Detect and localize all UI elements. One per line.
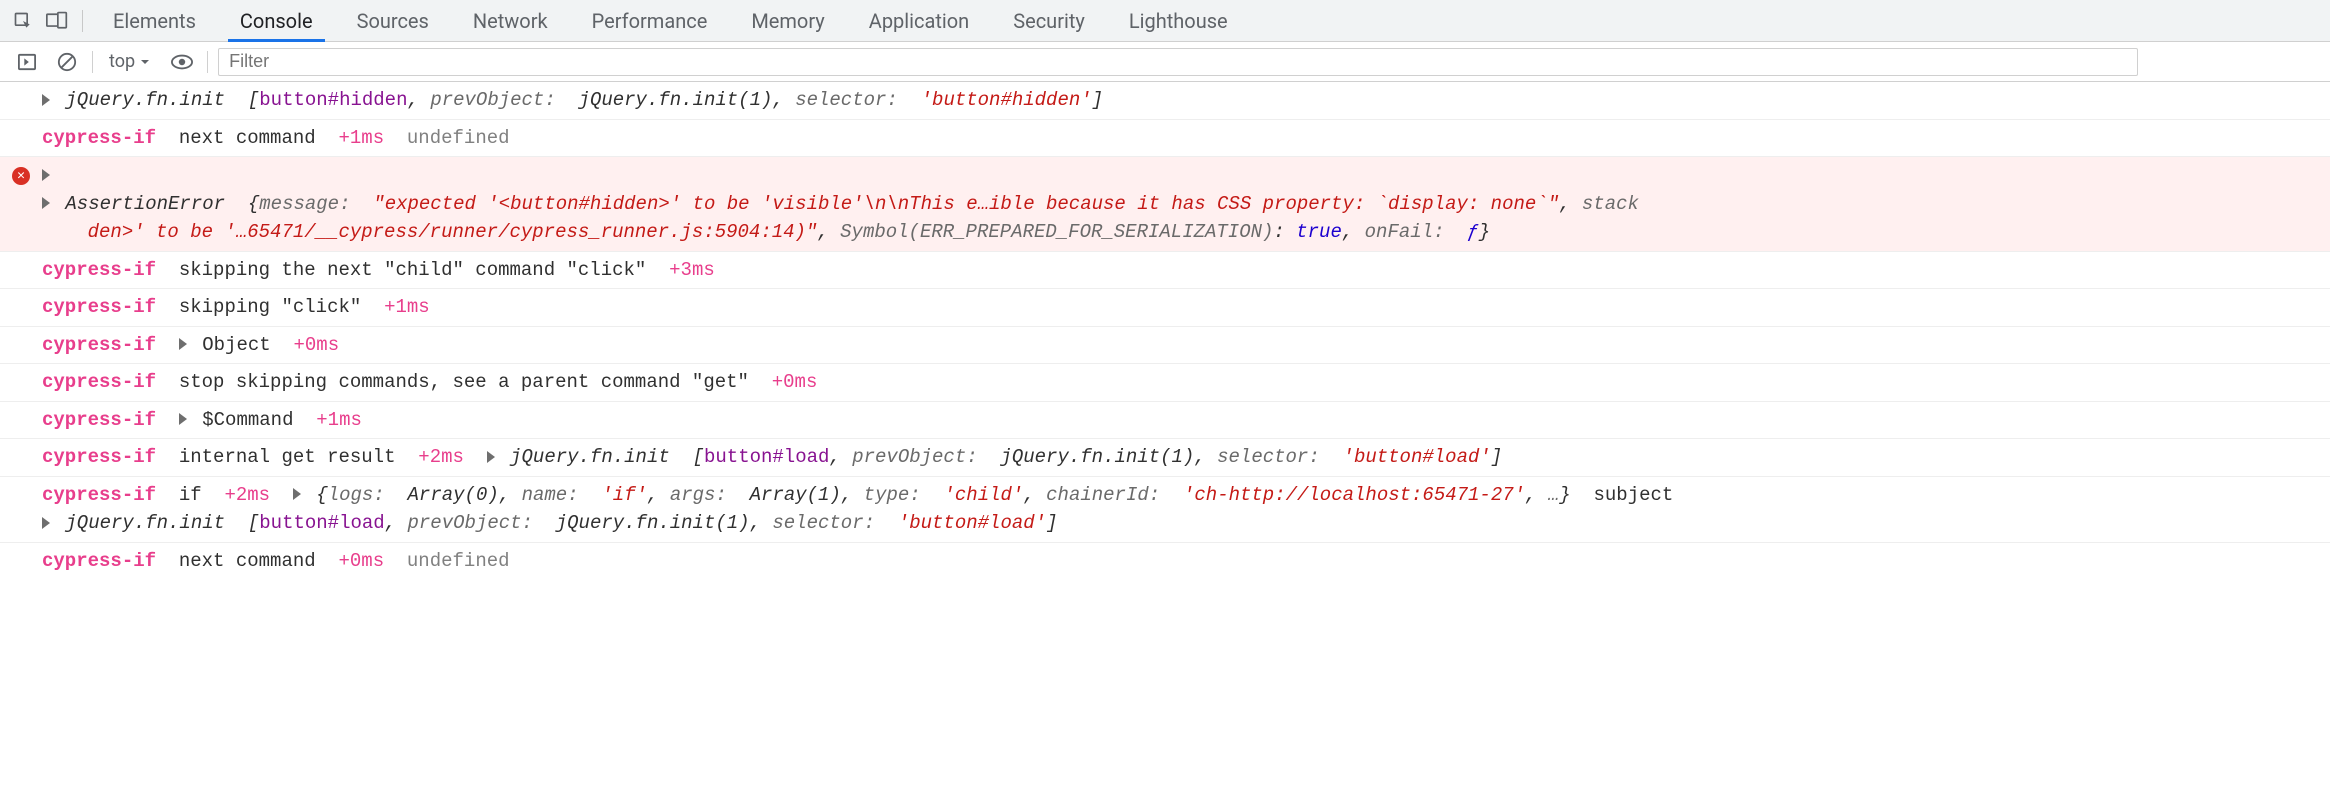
tab-lighthouse[interactable]: Lighthouse: [1107, 0, 1250, 42]
expand-arrow-icon[interactable]: [42, 94, 50, 106]
console-error-row[interactable]: ✕ AssertionError {message: "expected '<b…: [0, 157, 2330, 252]
chevron-down-icon: [139, 56, 151, 68]
devtools-tabs-bar: ElementsConsoleSourcesNetworkPerformance…: [0, 0, 2330, 42]
console-output: jQuery.fn.init [button#hidden, prevObjec…: [0, 82, 2330, 579]
execution-context-selector[interactable]: top: [103, 51, 157, 72]
tab-performance[interactable]: Performance: [570, 0, 730, 42]
filter-input[interactable]: [218, 48, 2138, 76]
console-row[interactable]: cypress-if Object +0ms: [0, 327, 2330, 365]
expand-arrow-icon[interactable]: [42, 197, 50, 209]
console-row[interactable]: cypress-if $Command +1ms: [0, 402, 2330, 440]
tab-security[interactable]: Security: [991, 0, 1107, 42]
tab-sources[interactable]: Sources: [335, 0, 451, 42]
console-toolbar: top: [0, 42, 2330, 82]
console-row[interactable]: cypress-if internal get result +2ms jQue…: [0, 439, 2330, 477]
tab-console[interactable]: Console: [218, 0, 335, 42]
expand-arrow-icon[interactable]: [179, 413, 187, 425]
error-icon: ✕: [12, 167, 30, 185]
separator: [207, 51, 208, 73]
clear-console-icon[interactable]: [52, 47, 82, 77]
console-row[interactable]: cypress-if if +2ms {logs: Array(0), name…: [0, 477, 2330, 543]
device-toolbar-icon[interactable]: [40, 4, 74, 38]
expand-arrow-icon[interactable]: [293, 488, 301, 500]
console-row[interactable]: cypress-if skipping the next "child" com…: [0, 252, 2330, 290]
inspect-element-icon[interactable]: [6, 4, 40, 38]
live-expression-icon[interactable]: [167, 47, 197, 77]
separator: [82, 10, 83, 32]
context-label: top: [109, 51, 135, 72]
error-message: "expected '<button#hidden>' to be 'visib…: [373, 193, 1559, 215]
console-row[interactable]: jQuery.fn.init [button#hidden, prevObjec…: [0, 82, 2330, 120]
toggle-sidebar-icon[interactable]: [12, 47, 42, 77]
tab-memory[interactable]: Memory: [729, 0, 846, 42]
element-ref: button#hidden: [259, 89, 407, 111]
error-name: AssertionError: [65, 193, 225, 215]
tab-network[interactable]: Network: [451, 0, 570, 42]
console-row[interactable]: cypress-if stop skipping commands, see a…: [0, 364, 2330, 402]
expand-arrow-icon[interactable]: [487, 451, 495, 463]
separator: [92, 51, 93, 73]
object-name: jQuery.fn.init: [65, 89, 225, 111]
console-row[interactable]: cypress-if skipping "click" +1ms: [0, 289, 2330, 327]
tab-elements[interactable]: Elements: [91, 0, 218, 42]
log-namespace: cypress-if: [42, 127, 156, 149]
tab-application[interactable]: Application: [847, 0, 991, 42]
expand-arrow-icon[interactable]: [42, 169, 50, 181]
expand-arrow-icon[interactable]: [42, 517, 50, 529]
console-row[interactable]: cypress-if next command +0ms undefined: [0, 543, 2330, 580]
console-row[interactable]: cypress-if next command +1ms undefined: [0, 120, 2330, 158]
expand-arrow-icon[interactable]: [179, 338, 187, 350]
